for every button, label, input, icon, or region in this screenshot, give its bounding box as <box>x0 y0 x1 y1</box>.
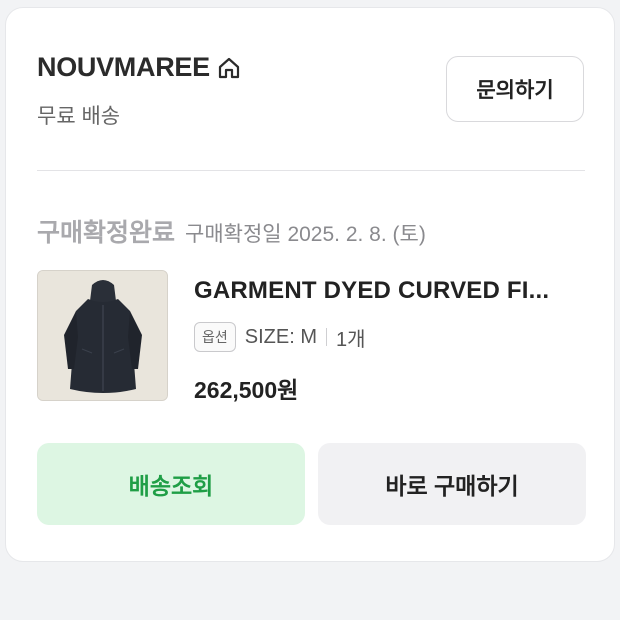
confirm-date: 구매확정일 2025. 2. 8. (토) <box>185 223 426 246</box>
order-status-row: 구매확정완료 구매확정일 2025. 2. 8. (토) <box>37 213 426 249</box>
product-option-row: 옵션 SIZE: M 1개 <box>194 322 366 352</box>
buy-again-button[interactable]: 바로 구매하기 <box>318 443 586 525</box>
option-badge: 옵션 <box>194 322 236 352</box>
order-status: 구매확정완료 <box>37 219 176 247</box>
order-card: NOUVMAREE 무료 배송 문의하기 구매확정완료 구매확정일 2025. … <box>5 7 615 562</box>
home-icon[interactable] <box>216 55 242 81</box>
product-price: 262,500원 <box>194 377 299 403</box>
shipping-info: 무료 배송 <box>37 105 121 128</box>
inquiry-button[interactable]: 문의하기 <box>446 56 584 122</box>
coat-image <box>38 271 167 400</box>
track-shipping-button[interactable]: 배송조회 <box>37 443 305 525</box>
shop-header[interactable]: NOUVMAREE <box>37 52 242 83</box>
option-separator <box>326 328 327 346</box>
product-title[interactable]: GARMENT DYED CURVED FI... <box>194 277 586 305</box>
shop-name[interactable]: NOUVMAREE <box>37 52 210 83</box>
divider <box>37 170 585 171</box>
product-thumbnail[interactable] <box>37 270 168 401</box>
option-value: SIZE: M <box>244 325 317 348</box>
quantity: 1개 <box>336 328 366 351</box>
